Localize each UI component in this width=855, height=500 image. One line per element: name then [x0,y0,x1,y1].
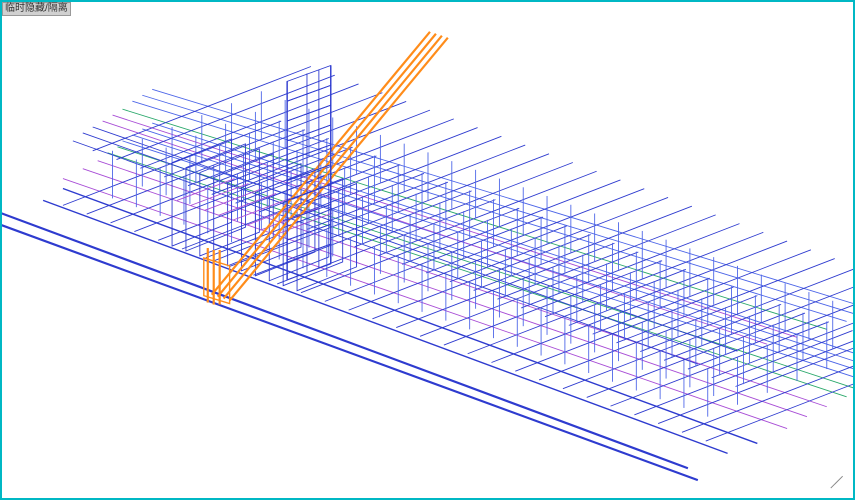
rebar-3d-viewport[interactable] [2,2,853,498]
corner-glyph [831,476,843,488]
temp-hide-isolate-tag[interactable]: 临时隐藏/隔离 [2,2,71,16]
tag-label: 临时隐藏/隔离 [5,3,68,14]
rebar-drawing [2,2,853,498]
